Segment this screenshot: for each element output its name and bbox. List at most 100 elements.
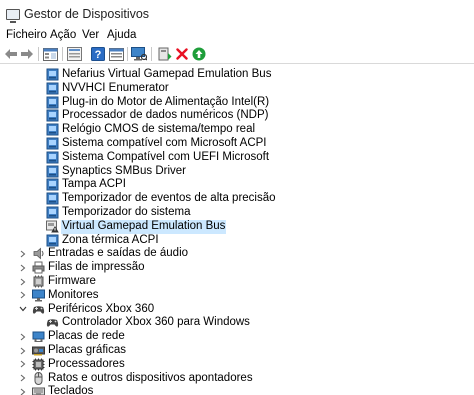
enable-device-icon[interactable] <box>191 46 207 62</box>
tree-item-label: Placas de rede <box>48 330 125 343</box>
tree-item-label: Synaptics SMBus Driver <box>62 164 186 177</box>
tree-category[interactable]: Entradas e saídas de áudio <box>0 247 474 261</box>
display-adapter-icon <box>32 344 45 357</box>
system-device-icon <box>46 206 59 219</box>
tree-item-label: Temporizador de eventos de alta precisão <box>62 192 276 205</box>
forward-arrow-icon[interactable] <box>19 46 35 62</box>
tree-item-label: Controlador Xbox 360 para Windows <box>62 316 250 329</box>
tree-category[interactable]: Teclados <box>0 385 474 395</box>
update-driver-icon[interactable] <box>157 46 173 62</box>
tree-device[interactable]: Nefarius Virtual Gamepad Emulation Bus <box>0 68 474 82</box>
chevron-right-icon[interactable] <box>18 276 28 287</box>
tree-device[interactable]: Plug-in do Motor de Alimentação Intel(R) <box>0 96 474 110</box>
tree-item-label: Sistema Compatível com UEFI Microsoft <box>62 150 270 163</box>
tree-device[interactable]: Sistema Compatível com UEFI Microsoft <box>0 151 474 165</box>
device-view-icon[interactable] <box>42 46 58 62</box>
system-device-icon <box>46 68 59 81</box>
device-tree[interactable]: Nefarius Virtual Gamepad Emulation Bus NV… <box>0 65 474 395</box>
chevron-right-icon[interactable] <box>18 386 28 395</box>
tree-device[interactable]: Processador de dados numéricos (NDP) <box>0 109 474 123</box>
tree-item-label: Relógio CMOS de sistema/tempo real <box>62 123 256 136</box>
gamepad-icon <box>46 316 59 329</box>
tree-device[interactable]: Temporizador de eventos de alta precisão <box>0 192 474 206</box>
tree-item-label: Virtual Gamepad Emulation Bus <box>61 219 227 234</box>
firmware-icon <box>32 275 45 288</box>
uninstall-device-icon[interactable] <box>174 46 190 62</box>
chevron-down-icon[interactable] <box>18 304 28 315</box>
system-device-icon <box>46 109 59 122</box>
chevron-right-icon[interactable] <box>18 345 28 356</box>
tree-item-label: Monitores <box>48 288 99 301</box>
scan-hardware-icon[interactable] <box>131 46 147 62</box>
chevron-right-icon[interactable] <box>18 373 28 384</box>
tree-category[interactable]: Processadores <box>0 358 474 372</box>
gamepad-icon <box>32 303 45 316</box>
toolbar-separator <box>62 47 63 61</box>
tree-category[interactable]: Placas de rede <box>0 330 474 344</box>
tree-device[interactable]: Virtual Gamepad Emulation Bus <box>0 219 474 234</box>
speaker-icon <box>32 247 45 260</box>
menu-ver[interactable]: Ver <box>82 29 99 41</box>
tree-device[interactable]: NVVHCI Enumerator <box>0 82 474 96</box>
device-manager-icon <box>6 9 20 23</box>
system-device-icon <box>46 82 59 95</box>
tree-device[interactable]: Relógio CMOS de sistema/tempo real <box>0 123 474 137</box>
tree-item-label: Plug-in do Motor de Alimentação Intel(R) <box>62 95 270 108</box>
tree-device[interactable]: Synaptics SMBus Driver <box>0 165 474 179</box>
mouse-icon <box>32 371 45 385</box>
chevron-right-icon[interactable] <box>18 359 28 370</box>
menu-bar: Ficheiro Ação Ver Ajuda <box>0 28 474 44</box>
menu-ajuda[interactable]: Ajuda <box>107 29 136 41</box>
network-adapter-icon <box>32 330 45 343</box>
tree-device[interactable]: Zona térmica ACPI <box>0 234 474 248</box>
tree-item-label: Temporizador do sistema <box>62 206 191 218</box>
tree-item-label: Ratos e outros dispositivos apontadores <box>48 371 253 384</box>
toolbar: ? <box>0 44 474 64</box>
toolbar-separator <box>38 47 39 61</box>
toolbar-separator <box>127 47 128 61</box>
tree-item-label: Sistema compatível com Microsoft ACPI <box>62 137 267 149</box>
chevron-right-icon[interactable] <box>18 262 28 273</box>
printer-icon <box>32 261 45 274</box>
tree-category[interactable]: Placas gráficas <box>0 344 474 358</box>
menu-acao[interactable]: Ação <box>50 29 76 41</box>
title-bar: Gestor de Dispositivos <box>0 0 474 28</box>
system-device-icon <box>46 123 59 136</box>
processor-icon <box>32 358 45 371</box>
warning-device-icon <box>46 220 59 233</box>
tree-category[interactable]: Ratos e outros dispositivos apontadores <box>0 371 474 386</box>
menu-ficheiro[interactable]: Ficheiro <box>6 29 47 41</box>
tree-item-label: Periféricos Xbox 360 <box>48 302 155 315</box>
tree-device[interactable]: Temporizador do sistema <box>0 206 474 220</box>
svg-text:?: ? <box>95 49 102 61</box>
system-device-icon <box>46 234 59 247</box>
tree-device[interactable]: Controlador Xbox 360 para Windows <box>0 316 474 330</box>
properties-icon[interactable] <box>66 46 82 62</box>
tree-item-label: Tampa ACPI <box>62 178 126 191</box>
tree-device[interactable]: Sistema compatível com Microsoft ACPI <box>0 137 474 151</box>
resources-view-icon[interactable] <box>108 46 124 62</box>
tree-device[interactable]: Tampa ACPI <box>0 178 474 192</box>
help-icon[interactable]: ? <box>90 46 106 62</box>
chevron-right-icon[interactable] <box>18 290 28 301</box>
tree-item-label: Entradas e saídas de áudio <box>48 247 189 260</box>
tree-item-label: NVVHCI Enumerator <box>62 81 169 94</box>
back-arrow-icon[interactable] <box>3 46 19 62</box>
tree-item-label: Filas de impressão <box>48 261 145 274</box>
system-device-icon <box>46 178 59 191</box>
tree-category[interactable]: Filas de impressão <box>0 261 474 275</box>
system-device-icon <box>46 192 59 205</box>
tree-item-label: Zona térmica ACPI <box>62 233 159 246</box>
toolbar-separator <box>151 47 152 61</box>
tree-item-label: Placas gráficas <box>48 344 126 356</box>
tree-item-label: Processadores <box>48 357 125 370</box>
chevron-right-icon[interactable] <box>18 331 28 342</box>
tree-category[interactable]: Periféricos Xbox 360 <box>0 303 474 317</box>
tree-category[interactable]: Monitores <box>0 289 474 303</box>
keyboard-icon <box>32 385 45 395</box>
tree-item-label: Nefarius Virtual Gamepad Emulation Bus <box>62 68 272 80</box>
chevron-right-icon[interactable] <box>18 248 28 259</box>
tree-item-label: Teclados <box>48 385 94 395</box>
system-device-icon <box>46 137 59 150</box>
tree-category[interactable]: Firmware <box>0 275 474 289</box>
